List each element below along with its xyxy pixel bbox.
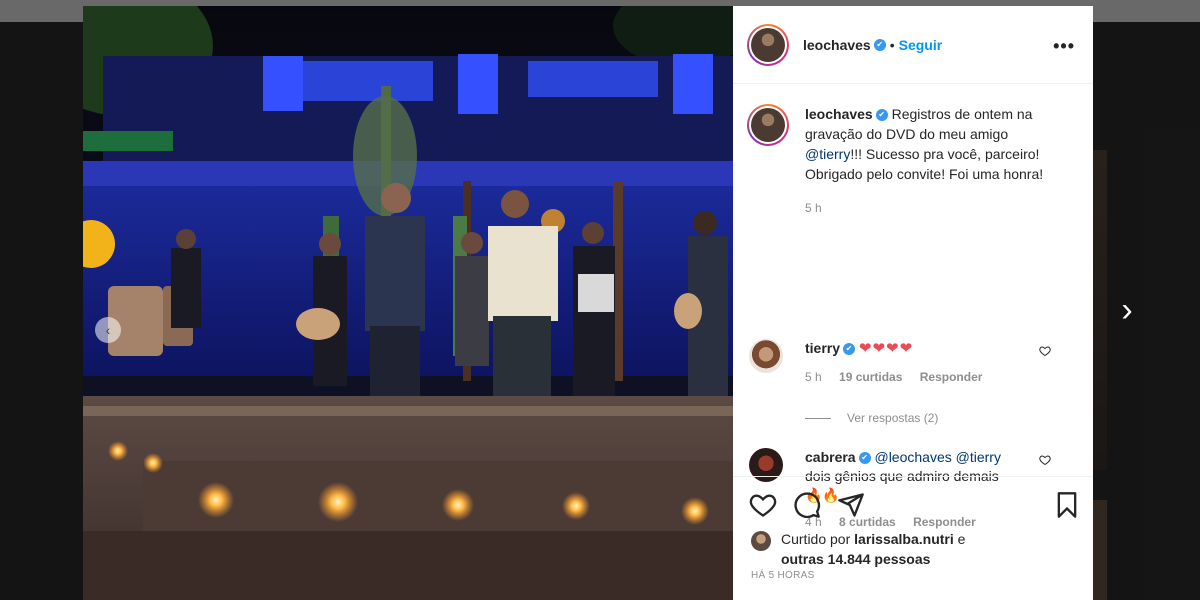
- liker-avatar[interactable]: [751, 531, 771, 551]
- commenter-avatar[interactable]: [749, 339, 783, 373]
- caption-author-avatar[interactable]: [747, 104, 789, 146]
- more-options-icon[interactable]: •••: [1053, 36, 1075, 57]
- separator-dot: •: [889, 36, 895, 53]
- share-paper-plane-icon[interactable]: [837, 491, 865, 519]
- liked-by-suffix: e: [953, 531, 966, 547]
- comment-bubble-icon[interactable]: [793, 491, 821, 519]
- comment-time: 5 h: [805, 370, 822, 384]
- verified-badge-icon: ✔: [873, 38, 886, 51]
- next-post-button[interactable]: ›: [1112, 290, 1142, 330]
- post-side-panel: leochaves ✔ • Seguir ••• leochaves ✔ Regi…: [733, 6, 1093, 600]
- like-comment-heart-icon[interactable]: [1039, 345, 1051, 357]
- chevron-left-icon: ‹: [105, 322, 111, 338]
- post-header: leochaves ✔ • Seguir •••: [733, 6, 1093, 84]
- view-replies-label: Ver respostas (2): [847, 411, 939, 425]
- like-heart-icon[interactable]: [749, 491, 777, 519]
- likes-count-link[interactable]: outras 14.844 pessoas: [781, 551, 930, 567]
- view-replies-button[interactable]: Ver respostas (2): [805, 411, 938, 425]
- follow-button[interactable]: Seguir: [899, 37, 943, 53]
- verified-badge-icon: ✔: [875, 109, 888, 122]
- commenter-username[interactable]: cabrera: [805, 449, 856, 465]
- post-actions: Curtido por larissalba.nutri e outras 14…: [733, 476, 1093, 600]
- verified-badge-icon: ✔: [858, 452, 871, 465]
- previous-photo-button[interactable]: ‹: [95, 317, 121, 343]
- reply-button[interactable]: Responder: [920, 370, 983, 384]
- caption-time: 5 h: [805, 201, 822, 215]
- caption-username[interactable]: leochaves: [805, 106, 873, 122]
- liked-by-prefix: Curtido por: [781, 531, 855, 547]
- post-photo[interactable]: [83, 6, 733, 600]
- author-username[interactable]: leochaves: [803, 37, 871, 53]
- concert-stage-image: [83, 6, 733, 600]
- verified-badge-icon: ✔: [843, 343, 856, 356]
- commenter-username[interactable]: tierry: [805, 340, 840, 356]
- caption-text: leochaves ✔ Registros de ontem na gravaçã…: [805, 104, 1065, 218]
- save-bookmark-icon[interactable]: [1053, 491, 1081, 519]
- caption-mention[interactable]: @tierry: [805, 146, 850, 162]
- comments-section: leochaves ✔ Registros de ontem na gravaçã…: [733, 84, 1093, 529]
- comment-text: ❤❤❤❤: [858, 340, 914, 357]
- chevron-right-icon: ›: [1121, 291, 1133, 329]
- author-avatar[interactable]: [747, 23, 789, 66]
- like-comment-heart-icon[interactable]: [1039, 454, 1051, 466]
- comment-likes[interactable]: 19 curtidas: [839, 370, 902, 384]
- liker-username[interactable]: larissalba.nutri: [854, 531, 954, 547]
- post-timestamp[interactable]: HÁ 5 HORAS: [751, 570, 815, 581]
- comment-mention[interactable]: @leochaves: [874, 449, 951, 465]
- comment-mention[interactable]: @tierry: [956, 449, 1001, 465]
